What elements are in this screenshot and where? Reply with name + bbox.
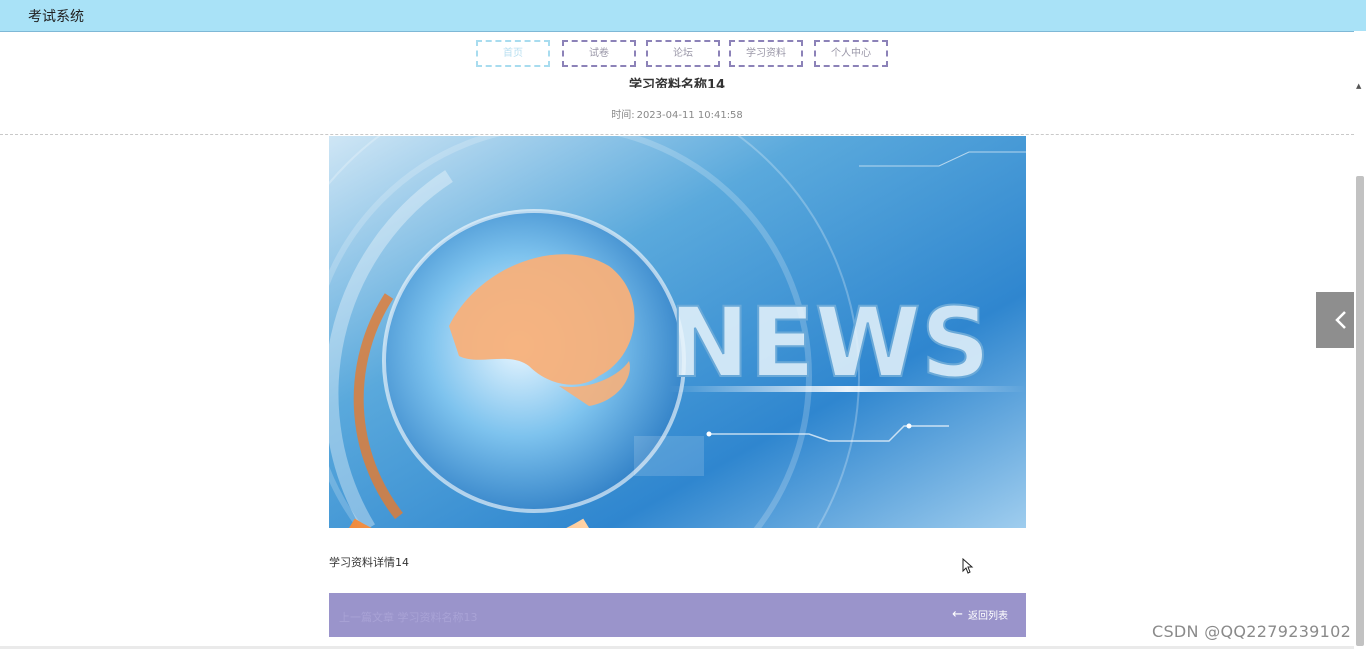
article-time: 时间: 2023-04-11 10:41:58 <box>0 106 1354 121</box>
back-to-list-label: 返回列表 <box>968 611 1008 622</box>
prev-article-label: 上一篇文章 <box>339 611 394 624</box>
caret-up-icon[interactable]: ▲ <box>1356 82 1361 90</box>
prev-article-link[interactable]: 上一篇文章 学习资料名称13 <box>339 609 478 625</box>
nav-home[interactable]: 首页 <box>476 40 550 67</box>
app-title: 考试系统 <box>28 9 84 25</box>
article-detail: 学习资料详情14 <box>329 556 409 569</box>
mouse-pointer-icon <box>962 557 974 578</box>
scrollbar-thumb[interactable] <box>1356 176 1364 646</box>
nav-personal-center[interactable]: 个人中心 <box>814 40 888 67</box>
watermark: CSDN @QQ2279239102 <box>1152 622 1352 641</box>
back-to-list-button[interactable]: ← 返回列表 <box>952 607 1008 622</box>
time-label: 时间: <box>611 110 635 121</box>
nav-study-materials[interactable]: 学习资料 <box>729 40 803 67</box>
news-graphic-text: NEWS <box>669 287 990 399</box>
nav-forum[interactable]: 论坛 <box>646 40 720 67</box>
header-divider <box>0 134 1354 135</box>
top-header-bar: 考试系统 <box>0 0 1366 32</box>
time-value: 2023-04-11 10:41:58 <box>636 110 743 121</box>
article-footer-bar: 上一篇文章 学习资料名称13 ← 返回列表 <box>329 593 1026 637</box>
article-title: 学习资料名称14 <box>628 78 726 88</box>
nav-exam-papers[interactable]: 试卷 <box>562 40 636 67</box>
prev-article-title: 学习资料名称13 <box>397 611 478 624</box>
arrow-left-icon: ← <box>952 607 963 622</box>
article-cover-image: NEWS <box>329 136 1026 528</box>
